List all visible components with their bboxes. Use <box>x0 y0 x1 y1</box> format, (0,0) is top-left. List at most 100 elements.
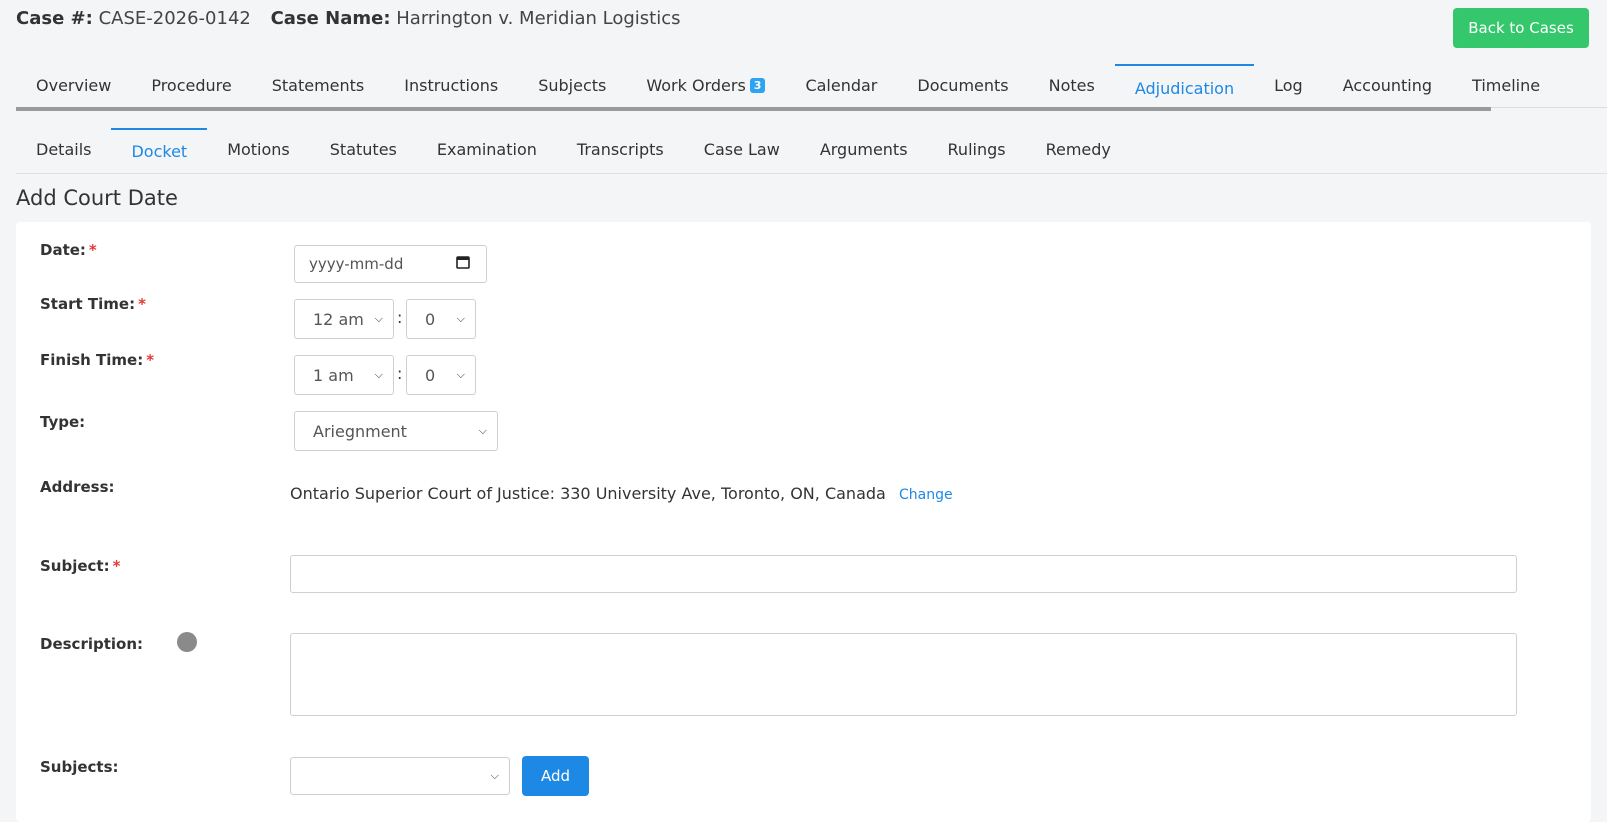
tabs-divider <box>1491 107 1607 108</box>
chevron-down-icon: ⌵ <box>456 368 465 381</box>
subtab-examination[interactable]: Examination <box>417 127 557 173</box>
subtab-remedy[interactable]: Remedy <box>1026 127 1131 173</box>
tab-instructions[interactable]: Instructions <box>384 64 518 107</box>
type-select[interactable]: Ariegnment ⌵ <box>294 411 498 451</box>
subjects-label: Subjects: <box>40 758 119 776</box>
finish-time-label-text: Finish Time: <box>40 351 144 369</box>
description-label: Description: <box>40 635 144 653</box>
subtab-rulings[interactable]: Rulings <box>928 127 1026 173</box>
case-number-label: Case #: <box>16 8 93 29</box>
tab-overview[interactable]: Overview <box>16 64 131 107</box>
tab-label: Adjudication <box>1134 79 1235 98</box>
tab-label: Subjects <box>538 76 607 95</box>
form-card <box>16 222 1591 822</box>
finish-minute-select[interactable]: 0 ⌵ <box>406 355 476 395</box>
tab-label: Statements <box>271 76 365 95</box>
type-value: Ariegnment <box>313 421 407 441</box>
tab-label: Examination <box>436 140 537 159</box>
date-placeholder: yyyy-mm-dd <box>309 255 404 273</box>
chevron-down-icon: ⌵ <box>374 368 383 381</box>
subtab-transcripts[interactable]: Transcripts <box>557 127 684 173</box>
tab-notes[interactable]: Notes <box>1029 64 1115 107</box>
chevron-down-icon: ⌵ <box>456 312 465 325</box>
subtab-motions[interactable]: Motions <box>207 127 310 173</box>
calendar-icon[interactable] <box>456 255 470 273</box>
tab-work-orders[interactable]: Work Orders 3 <box>626 64 785 107</box>
back-to-cases-button[interactable]: Back to Cases <box>1453 8 1589 48</box>
tab-adjudication[interactable]: Adjudication <box>1114 64 1255 107</box>
tab-timeline[interactable]: Timeline <box>1452 64 1560 107</box>
page-title: Add Court Date <box>16 186 178 210</box>
sub-tabs: Details Docket Motions Statutes Examination T… <box>16 127 1607 174</box>
count-badge: 3 <box>749 78 766 93</box>
tab-label: Notes <box>1048 76 1095 95</box>
tab-label: Log <box>1274 76 1303 95</box>
required-mark: * <box>88 241 97 259</box>
subject-label-text: Subject: <box>40 557 110 575</box>
chevron-down-icon: ⌵ <box>374 312 383 325</box>
tab-statements[interactable]: Statements <box>252 64 385 107</box>
start-minute-value: 0 <box>425 309 436 329</box>
subjects-select[interactable]: ⌵ <box>290 757 510 795</box>
subtab-arguments[interactable]: Arguments <box>800 127 928 173</box>
subtab-docket[interactable]: Docket <box>111 128 208 174</box>
info-icon[interactable] <box>177 632 197 652</box>
chevron-down-icon: ⌵ <box>478 424 487 437</box>
tab-label: Rulings <box>947 140 1006 159</box>
start-hour-value: 12 am <box>313 309 364 329</box>
tab-documents[interactable]: Documents <box>897 64 1028 107</box>
required-mark: * <box>112 557 121 575</box>
start-minute-select[interactable]: 0 ⌵ <box>406 299 476 339</box>
date-input[interactable]: yyyy-mm-dd <box>294 245 487 283</box>
date-label-text: Date: <box>40 241 86 259</box>
tab-label: Work Orders <box>646 76 746 95</box>
subject-input[interactable] <box>290 555 1517 593</box>
finish-minute-value: 0 <box>425 365 436 385</box>
chevron-down-icon: ⌵ <box>490 769 499 782</box>
tab-calendar[interactable]: Calendar <box>785 64 897 107</box>
tab-label: Case Law <box>703 140 780 159</box>
address-value: Ontario Superior Court of Justice: 330 U… <box>290 484 886 503</box>
tab-label: Accounting <box>1342 76 1433 95</box>
tab-label: Arguments <box>819 140 908 159</box>
main-tabs: Overview Procedure Statements Instructions S… <box>16 64 1540 111</box>
time-separator: : <box>397 308 403 327</box>
finish-time-label: Finish Time: * <box>40 351 154 369</box>
finish-hour-select[interactable]: 1 am ⌵ <box>294 355 394 395</box>
tab-label: Instructions <box>404 76 499 95</box>
tab-label: Motions <box>227 140 290 159</box>
case-header: Case #: CASE-2026-0142 Case Name: Harrin… <box>16 8 695 29</box>
tab-label: Remedy <box>1045 140 1111 159</box>
tab-label: Transcripts <box>576 140 664 159</box>
required-mark: * <box>146 351 155 369</box>
tab-label: Details <box>36 140 92 159</box>
subtab-case-law[interactable]: Case Law <box>684 127 800 173</box>
tab-log[interactable]: Log <box>1254 64 1323 107</box>
add-subject-button[interactable]: Add <box>522 756 589 796</box>
case-name-label: Case Name: <box>270 8 391 29</box>
start-time-label: Start Time: * <box>40 295 146 313</box>
tab-subjects[interactable]: Subjects <box>518 64 626 107</box>
start-time-label-text: Start Time: <box>40 295 136 313</box>
required-mark: * <box>138 295 146 313</box>
start-hour-select[interactable]: 12 am ⌵ <box>294 299 394 339</box>
tab-procedure[interactable]: Procedure <box>131 64 251 107</box>
tab-label: Calendar <box>805 76 878 95</box>
tab-label: Docket <box>131 142 188 161</box>
tab-label: Procedure <box>151 76 232 95</box>
tab-label: Documents <box>917 76 1009 95</box>
date-label: Date: * <box>40 241 97 259</box>
subtab-details[interactable]: Details <box>16 127 111 173</box>
tab-label: Overview <box>36 76 112 95</box>
tab-label: Timeline <box>1472 76 1541 95</box>
change-address-link[interactable]: Change <box>899 487 953 503</box>
address-label: Address: <box>40 478 115 496</box>
case-number: CASE-2026-0142 <box>98 8 251 29</box>
tab-accounting[interactable]: Accounting <box>1323 64 1452 107</box>
tab-label: Statutes <box>329 140 397 159</box>
subtab-statutes[interactable]: Statutes <box>310 127 417 173</box>
finish-hour-value: 1 am <box>313 365 354 385</box>
type-label: Type: <box>40 413 86 431</box>
description-textarea[interactable] <box>290 633 1517 716</box>
subject-label: Subject: * <box>40 557 120 575</box>
